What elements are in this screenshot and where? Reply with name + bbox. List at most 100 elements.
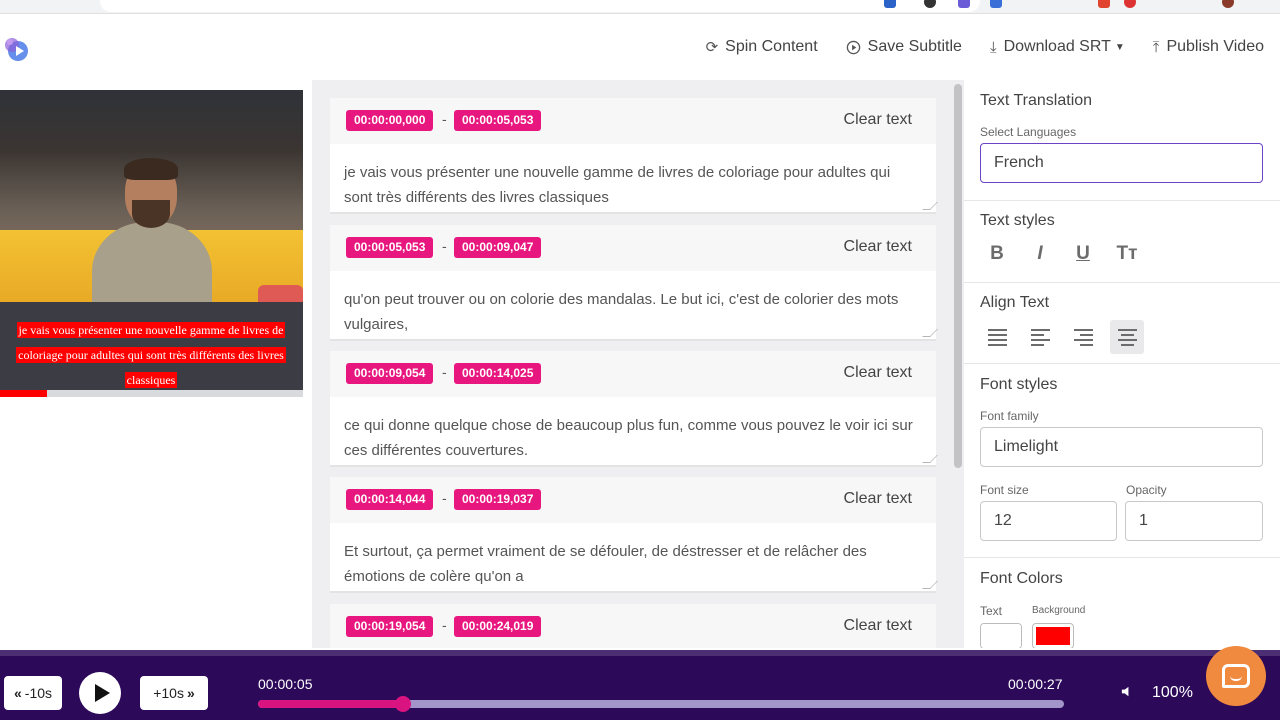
video-progress-fill [0,390,47,397]
subtitle-text: ce qui donne quelque chose de beaucoup p… [344,417,913,459]
total-time: 00:00:27 [1008,676,1063,692]
subtitle-textarea[interactable]: je vais vous présenter une nouvelle gamm… [330,144,938,214]
start-timecode[interactable]: 00:00:14,044 [346,489,434,510]
subtitle-card-header: 00:00:09,054-00:00:14,025 Clear text [330,351,936,397]
extension-icon[interactable] [884,0,896,8]
end-timecode[interactable]: 00:00:24,019 [454,616,542,637]
rewind-button[interactable]: « -10s [4,676,62,710]
subtitle-text: Et surtout, ça permet vraiment de se déf… [344,543,867,585]
clear-text-button[interactable]: Clear text [844,617,912,635]
start-timecode[interactable]: 00:00:19,054 [346,616,434,637]
timecode-separator: - [442,364,447,380]
text-color-swatch[interactable] [980,623,1022,648]
resize-handle-icon[interactable] [922,581,938,589]
resize-handle-icon[interactable] [922,329,938,337]
start-timecode[interactable]: 00:00:09,054 [346,363,434,384]
font-size-input[interactable]: 12 [980,501,1117,541]
underline-button[interactable]: U [1066,237,1100,271]
profile-avatar[interactable] [1222,0,1234,8]
subtitle-card-header: 00:00:05,053-00:00:09,047 Clear text [330,225,936,271]
align-right-button[interactable] [1066,320,1100,354]
font-size-label: Font size [980,483,1029,497]
video-preview[interactable]: je vais vous présenter une nouvelle gamm… [0,90,303,398]
play-icon [94,684,110,702]
browser-chrome [0,0,1280,14]
publish-video-label: Publish Video [1166,38,1264,55]
bold-button[interactable]: B [980,237,1014,271]
download-srt-dropdown[interactable]: ⤓ Download SRT ▼ [990,38,1125,56]
list-scrollbar[interactable] [954,84,962,468]
subtitle-textarea[interactable]: ce qui donne quelque chose de beaucoup p… [330,397,938,467]
timecode-separator: - [442,111,447,127]
extension-icon[interactable] [1098,0,1110,8]
volume-level: 100% [1152,684,1193,701]
opacity-input[interactable]: 1 [1125,501,1263,541]
current-time: 00:00:05 [258,676,313,692]
subtitle-textarea[interactable]: Et surtout, ça permet vraiment de se déf… [330,523,938,593]
forward-label: +10s [153,685,184,701]
play-button[interactable] [79,672,121,714]
text-color-label: Text [980,604,1003,618]
end-timecode[interactable]: 00:00:14,025 [454,363,542,384]
publish-video-button[interactable]: ⤒ Publish Video [1153,38,1264,56]
extension-icon[interactable] [990,0,1002,8]
chat-support-button[interactable] [1206,646,1266,706]
seek-handle[interactable] [395,696,412,712]
resize-handle-icon[interactable] [922,455,938,463]
start-timecode[interactable]: 00:00:00,000 [346,110,434,131]
clear-text-button[interactable]: Clear text [844,238,912,256]
subtitle-card: 00:00:14,044-00:00:19,037 Clear text Et su… [330,477,938,593]
clear-text-button[interactable]: Clear text [844,490,912,508]
start-timecode[interactable]: 00:00:05,053 [346,237,434,258]
extension-icon[interactable] [1124,0,1136,8]
clear-text-button[interactable]: Clear text [844,111,912,129]
text-styles-title: Text styles [980,212,1055,229]
subtitle-text: qu'on peut trouver ou on colorie des man… [344,291,899,333]
subtitle-card-header: 00:00:19,054-00:00:24,019 Clear text [330,604,936,648]
address-bar[interactable] [100,0,980,12]
video-progress-bar[interactable] [0,390,303,397]
font-colors-section: Font Colors Text Background [964,558,1280,648]
end-timecode[interactable]: 00:00:09,047 [454,237,542,258]
translation-title: Text Translation [980,92,1093,109]
subtitle-card: 00:00:09,054-00:00:14,025 Clear text ce qu… [330,351,938,467]
spin-content-button[interactable]: ⟳ Spin Content [706,38,818,56]
seek-bar[interactable] [258,696,1064,712]
subtitle-list: 00:00:00,000-00:00:05,053 Clear text je v… [312,80,964,648]
end-timecode[interactable]: 00:00:05,053 [454,110,542,131]
subtitle-text: je vais vous présenter une nouvelle gamm… [344,164,891,206]
text-case-button[interactable]: Tт [1110,237,1144,271]
download-icon: ⤓ [989,38,997,56]
double-chevron-right-icon: » [186,685,195,701]
font-family-input[interactable]: Limelight [980,427,1263,467]
language-select[interactable]: French [980,143,1263,183]
top-toolbar: ⟳ Spin Content Save Subtitle ⤓ Download … [0,14,1280,80]
forward-button[interactable]: +10s » [140,676,208,710]
timecode-separator: - [442,617,447,633]
video-frame[interactable]: je vais vous présenter une nouvelle gamm… [0,90,303,390]
align-center-button[interactable] [1110,320,1144,354]
align-left-icon [1030,328,1050,346]
volume-icon[interactable] [1120,684,1135,699]
background-color-swatch[interactable] [1032,623,1074,648]
caret-down-icon: ▼ [1114,41,1125,53]
align-left-button[interactable] [1023,320,1057,354]
resize-handle-icon[interactable] [922,202,938,210]
align-center-icon [1117,328,1137,346]
subtitle-card-header: 00:00:14,044-00:00:19,037 Clear text [330,477,936,523]
save-subtitle-button[interactable]: Save Subtitle [846,38,962,56]
align-justify-button[interactable] [980,320,1014,354]
font-colors-title: Font Colors [980,570,1063,587]
extension-icon[interactable] [958,0,970,8]
end-timecode[interactable]: 00:00:19,037 [454,489,542,510]
subtitle-card: 00:00:19,054-00:00:24,019 Clear text [330,604,936,648]
refresh-icon: ⟳ [705,39,719,56]
subtitle-card: 00:00:05,053-00:00:09,047 Clear text qu'on… [330,225,938,341]
download-srt-label: Download SRT [1003,38,1111,55]
clear-text-button[interactable]: Clear text [844,364,912,382]
subtitle-textarea[interactable]: qu'on peut trouver ou on colorie des man… [330,271,938,341]
align-justify-icon [987,328,1007,346]
italic-button[interactable]: I [1023,237,1057,271]
timecode-separator: - [442,490,447,506]
app-logo-icon[interactable] [2,34,32,64]
